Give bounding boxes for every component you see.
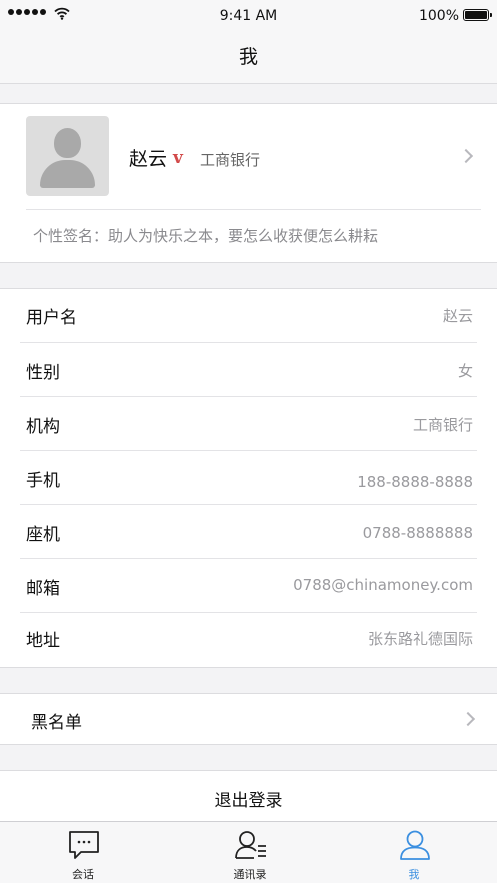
info-label: 座机: [26, 525, 60, 545]
logout-label: 退出登录: [214, 791, 283, 811]
battery-percentage: 100%: [418, 8, 459, 24]
vip-badge: v: [173, 148, 183, 168]
divider: [20, 396, 477, 397]
info-row-username[interactable]: 用户名 赵云: [20, 289, 477, 343]
tab-bar: 会话 通讯录 我: [0, 821, 497, 883]
status-bar: 9:41 AM 100%: [0, 0, 497, 32]
info-label: 手机: [26, 471, 60, 491]
info-label: 用户名: [26, 308, 77, 328]
info-value: 0788-8888888: [362, 524, 473, 542]
tab-conversations[interactable]: 会话: [23, 822, 143, 883]
divider: [20, 558, 477, 559]
info-label: 机构: [26, 417, 60, 437]
info-value: 188-8888-8888: [357, 473, 473, 491]
person-icon: [400, 830, 430, 860]
info-row-address[interactable]: 地址 张东路礼德国际: [20, 614, 477, 668]
info-row-mobile[interactable]: 手机 188-8888-8888: [20, 452, 477, 506]
divider: [20, 342, 477, 343]
info-value: 工商银行: [412, 416, 473, 434]
profile-card[interactable]: 赵云 v 工商银行 个性签名：助人为快乐之本，要怎么收获便怎么耕耘: [0, 103, 497, 263]
tab-contacts[interactable]: 通讯录: [190, 822, 310, 883]
info-row-gender[interactable]: 性别 女: [20, 344, 477, 398]
chat-icon: [69, 831, 99, 859]
profile-organization: 工商银行: [200, 151, 261, 169]
logout-button[interactable]: 退出登录: [0, 770, 497, 822]
info-row-landline[interactable]: 座机 0788-8888888: [20, 506, 477, 560]
chevron-right-icon: [460, 711, 476, 727]
blacklist-label: 黑名单: [31, 713, 82, 733]
info-label: 地址: [26, 631, 60, 651]
chevron-right-icon: [458, 148, 474, 164]
battery-icon: [463, 9, 492, 21]
tab-label: 通讯录: [233, 868, 267, 881]
personal-signature: 个性签名：助人为快乐之本，要怎么收获便怎么耕耘: [33, 227, 379, 245]
info-label: 邮箱: [26, 579, 60, 599]
info-row-email[interactable]: 邮箱 0788@chinamoney.com: [20, 560, 477, 614]
info-value: 赵云: [442, 307, 473, 325]
info-value: 女: [457, 362, 473, 380]
blacklist-row[interactable]: 黑名单: [0, 693, 497, 745]
profile-name: 赵云: [129, 148, 168, 170]
info-row-organization[interactable]: 机构 工商银行: [20, 398, 477, 452]
tab-label: 我: [408, 868, 420, 881]
user-info-card: 用户名 赵云 性别 女 机构 工商银行 手机 188-8888-8888 座机 …: [0, 288, 497, 668]
divider: [20, 450, 477, 451]
avatar[interactable]: [26, 116, 109, 196]
contacts-icon: [235, 831, 266, 859]
info-value: 张东路礼德国际: [367, 630, 473, 648]
divider: [26, 209, 481, 210]
divider: [20, 504, 477, 505]
divider: [20, 612, 477, 613]
info-label: 性别: [26, 363, 60, 383]
page-title: 我: [238, 46, 258, 68]
navigation-bar: 我: [0, 32, 497, 84]
tab-label: 会话: [72, 868, 94, 881]
tab-me[interactable]: 我: [354, 822, 474, 883]
info-value: 0788@chinamoney.com: [293, 576, 473, 594]
